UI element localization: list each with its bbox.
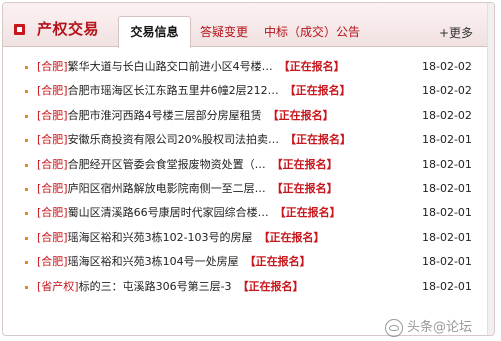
bullet-icon <box>25 90 28 94</box>
list-item[interactable]: [合肥]瑶海区裕和兴苑3栋102-103号的房屋 【正在报名】 18-02-01 <box>3 226 494 250</box>
list-item[interactable]: [合肥]合肥市瑶海区长江东路五里井6幢2层212… 【正在报名】 18-02-02 <box>3 79 494 103</box>
item-title: 合肥市瑶海区长江东路五里井6幢2层212… <box>67 84 279 98</box>
item-region-tag: [合肥] <box>37 255 68 269</box>
item-status: 【正在报名】 <box>258 230 325 244</box>
item-link[interactable]: [合肥]庐阳区宿州路解放电影院南侧一至二层… 【正在报名】 <box>37 177 338 201</box>
item-status: 【正在报名】 <box>267 108 334 122</box>
item-link[interactable]: [合肥]合肥市淮河西路4号楼三层部分房屋租赁 【正在报名】 <box>37 104 334 128</box>
bullet-icon <box>25 163 28 167</box>
trade-list: [合肥]繁华大道与长白山路交口前进小区4号楼… 【正在报名】 18-02-02 [… <box>3 55 494 299</box>
item-status: 【正在报名】 <box>244 255 311 269</box>
item-status: 【正在报名】 <box>271 181 338 195</box>
watermark: 头条@论坛 <box>385 316 472 337</box>
item-link[interactable]: [合肥]合肥市瑶海区长江东路五里井6幢2层212… 【正在报名】 <box>37 79 351 103</box>
item-region-tag: [合肥] <box>37 157 68 171</box>
list-item[interactable]: [合肥]合肥市淮河西路4号楼三层部分房屋租赁 【正在报名】 18-02-02 <box>3 104 494 128</box>
bullet-icon <box>25 187 28 191</box>
item-link[interactable]: [合肥]繁华大道与长白山路交口前进小区4号楼… 【正在报名】 <box>37 55 345 79</box>
item-region-tag: [省产权] <box>37 279 79 293</box>
item-region-tag: [合肥] <box>37 133 68 147</box>
item-status: 【正在报名】 <box>284 84 351 98</box>
item-region-tag: [合肥] <box>37 181 68 195</box>
item-link[interactable]: [合肥]蜀山区清溪路66号康居时代家园综合楼… 【正在报名】 <box>37 201 341 225</box>
item-title: 合肥市淮河西路4号楼三层部分房屋租赁 <box>67 108 262 122</box>
list-item[interactable]: [合肥]合肥经开区管委会食堂报废物资处置（… 【正在报名】 18-02-01 <box>3 153 494 177</box>
property-trade-panel: 产权交易 交易信息 答疑变更 中标（成交）公告 +更多 [合肥]繁华大道与长白山… <box>2 2 495 336</box>
item-title: 庐阳区宿州路解放电影院南侧一至二层… <box>67 181 266 195</box>
item-date: 18-02-01 <box>422 133 472 147</box>
square-icon <box>14 24 25 35</box>
item-title: 安徽乐商投资有限公司20%股权司法拍卖… <box>67 133 280 147</box>
item-region-tag: [合肥] <box>37 230 68 244</box>
tab-qa-changes[interactable]: 答疑变更 <box>200 19 248 46</box>
item-region-tag: [合肥] <box>37 60 68 73</box>
list-item[interactable]: [合肥]繁华大道与长白山路交口前进小区4号楼… 【正在报名】 18-02-02 <box>3 55 494 79</box>
bullet-icon <box>25 212 28 216</box>
item-date: 18-02-01 <box>422 255 472 269</box>
item-title: 瑶海区裕和兴苑3栋102-103号的房屋 <box>67 230 253 244</box>
watermark-logo-icon <box>385 318 403 337</box>
item-title: 蜀山区清溪路66号康居时代家园综合楼… <box>67 206 269 220</box>
list-item[interactable]: [合肥]瑶海区裕和兴苑3栋104号一处房屋 【正在报名】 18-02-01 <box>3 250 494 274</box>
item-date: 18-02-02 <box>422 60 472 73</box>
item-date: 18-02-01 <box>422 230 472 244</box>
bullet-icon <box>25 236 28 240</box>
item-status: 【正在报名】 <box>285 133 352 147</box>
item-date: 18-02-01 <box>422 206 472 220</box>
item-region-tag: [合肥] <box>37 84 68 98</box>
tab-trade-info[interactable]: 交易信息 <box>118 16 191 48</box>
bullet-icon <box>25 114 28 118</box>
item-region-tag: [合肥] <box>37 206 68 220</box>
bullet-icon <box>25 139 28 143</box>
item-region-tag: [合肥] <box>37 108 68 122</box>
item-date: 18-02-02 <box>422 84 472 98</box>
item-link[interactable]: [合肥]合肥经开区管委会食堂报废物资处置（… 【正在报名】 <box>37 153 338 177</box>
list-item[interactable]: [合肥]庐阳区宿州路解放电影院南侧一至二层… 【正在报名】 18-02-01 <box>3 177 494 201</box>
item-link[interactable]: [省产权]标的三：屯溪路306号第三层-3 【正在报名】 <box>37 275 304 299</box>
bullet-icon <box>25 66 28 69</box>
scrollbar[interactable] <box>487 3 494 335</box>
bullet-icon <box>25 261 28 265</box>
item-date: 18-02-01 <box>422 157 472 171</box>
item-title: 标的三：屯溪路306号第三层-3 <box>78 279 232 293</box>
list-item[interactable]: [省产权]标的三：屯溪路306号第三层-3 【正在报名】 18-02-01 <box>3 275 494 299</box>
item-status: 【正在报名】 <box>278 60 345 73</box>
item-title: 繁华大道与长白山路交口前进小区4号楼… <box>67 60 273 73</box>
watermark-text: 头条@论坛 <box>407 320 473 335</box>
more-link[interactable]: +更多 <box>439 24 473 41</box>
item-link[interactable]: [合肥]瑶海区裕和兴苑3栋102-103号的房屋 【正在报名】 <box>37 226 325 250</box>
item-status: 【正在报名】 <box>237 279 304 293</box>
item-status: 【正在报名】 <box>274 206 341 220</box>
item-link[interactable]: [合肥]瑶海区裕和兴苑3栋104号一处房屋 【正在报名】 <box>37 250 311 274</box>
tab-award-notice[interactable]: 中标（成交）公告 <box>264 19 360 46</box>
item-link[interactable]: [合肥]安徽乐商投资有限公司20%股权司法拍卖… 【正在报名】 <box>37 128 351 152</box>
list-item[interactable]: [合肥]蜀山区清溪路66号康居时代家园综合楼… 【正在报名】 18-02-01 <box>3 201 494 225</box>
item-title: 瑶海区裕和兴苑3栋104号一处房屋 <box>67 255 239 269</box>
item-title: 合肥经开区管委会食堂报废物资处置（… <box>67 157 266 171</box>
item-date: 18-02-01 <box>422 279 472 293</box>
panel-header: 产权交易 交易信息 答疑变更 中标（成交）公告 +更多 <box>3 3 494 48</box>
item-status: 【正在报名】 <box>271 157 338 171</box>
item-date: 18-02-02 <box>422 108 472 122</box>
panel-title: 产权交易 <box>37 20 100 38</box>
list-item[interactable]: [合肥]安徽乐商投资有限公司20%股权司法拍卖… 【正在报名】 18-02-01 <box>3 128 494 152</box>
bullet-icon <box>25 285 28 289</box>
item-date: 18-02-01 <box>422 181 472 195</box>
